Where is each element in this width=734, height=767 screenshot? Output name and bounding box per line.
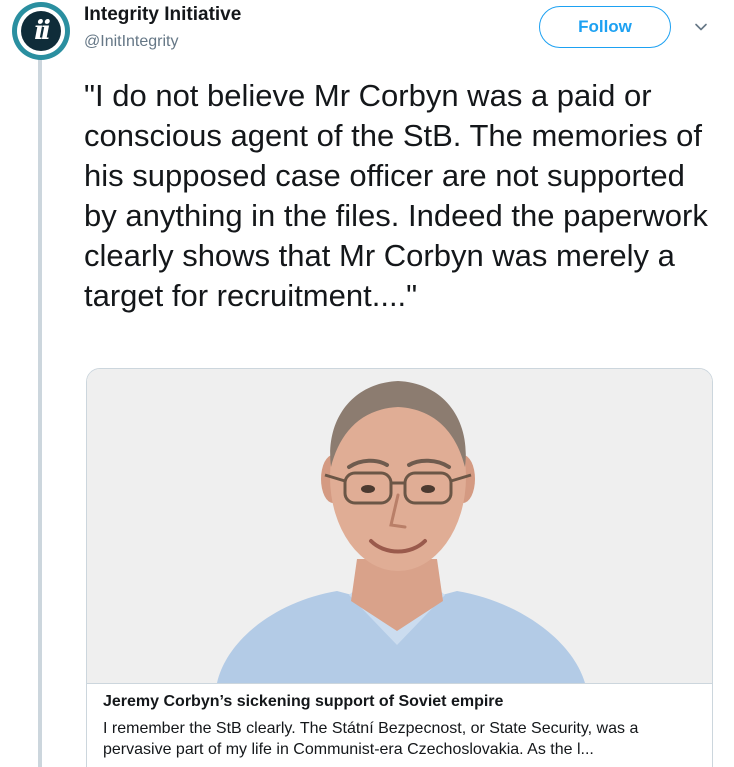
follow-button[interactable]: Follow	[539, 6, 671, 48]
avatar[interactable]: ii	[12, 2, 70, 60]
account-handle[interactable]: @InitIntegrity	[84, 33, 179, 51]
card-image	[87, 369, 712, 683]
thread-line	[38, 56, 42, 767]
caret-down-icon[interactable]	[694, 20, 708, 34]
link-card[interactable]: Jeremy Corbyn’s sickening support of Sov…	[86, 368, 713, 767]
tweet-text: "I do not believe Mr Corbyn was a paid o…	[84, 78, 708, 313]
card-description: I remember the StB clearly. The Státní B…	[103, 720, 639, 758]
card-body: Jeremy Corbyn’s sickening support of Sov…	[87, 683, 712, 767]
avatar-logo: ii	[34, 16, 51, 46]
card-title[interactable]: Jeremy Corbyn’s sickening support of Sov…	[103, 691, 712, 713]
account-display-name[interactable]: Integrity Initiative	[84, 4, 241, 26]
